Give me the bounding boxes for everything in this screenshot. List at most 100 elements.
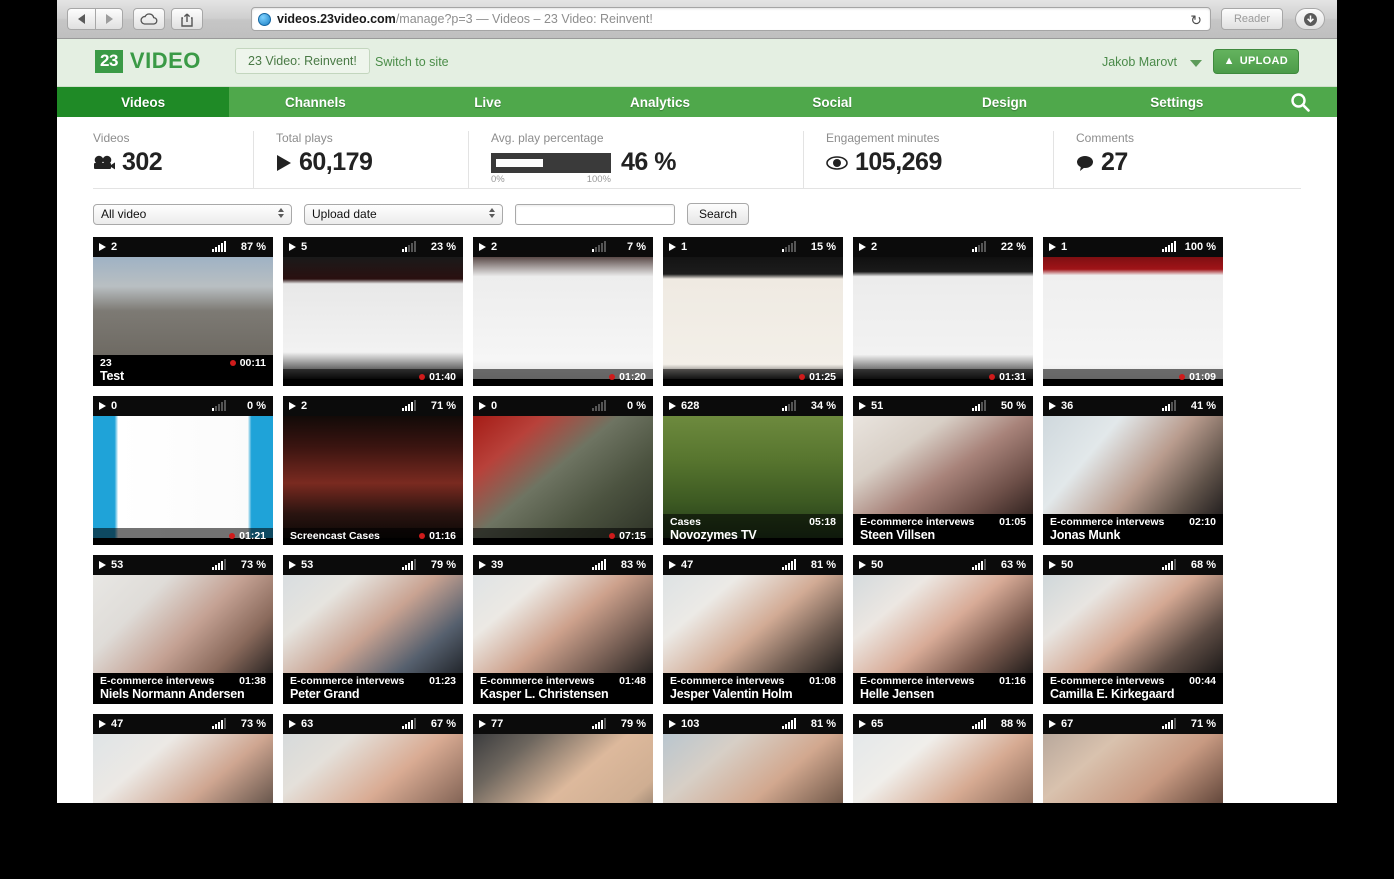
video-card[interactable]: 6367 %: [283, 714, 463, 803]
video-card-stats: 6367 %: [283, 714, 463, 734]
record-dot-icon: [419, 374, 425, 380]
nav-item-design[interactable]: Design: [918, 87, 1090, 117]
video-thumbnail[interactable]: [663, 257, 843, 379]
video-thumbnail[interactable]: [93, 575, 273, 673]
signal-bars-icon: [402, 401, 416, 411]
video-card[interactable]: 5063 %E-commerce intervews01:16Helle Jen…: [853, 555, 1033, 704]
video-thumbnail[interactable]: [853, 734, 1033, 803]
nav-item-videos[interactable]: Videos: [57, 87, 229, 117]
switch-to-site-link[interactable]: Switch to site: [375, 55, 449, 69]
signal-bars-icon: [592, 719, 606, 729]
video-play-count-value: 47: [681, 559, 693, 571]
video-card[interactable]: 7779 %: [473, 714, 653, 803]
video-card[interactable]: 115 %01:25: [663, 237, 843, 386]
video-card[interactable]: 4781 %E-commerce intervews01:08Jesper Va…: [663, 555, 843, 704]
video-card-meta: 07:15: [473, 528, 653, 545]
video-thumbnail[interactable]: [283, 734, 463, 803]
video-card-stats: 222 %: [853, 237, 1033, 257]
video-play-count: 39: [479, 559, 503, 571]
video-thumbnail[interactable]: [853, 575, 1033, 673]
video-type-select[interactable]: All video: [93, 204, 292, 225]
video-thumbnail[interactable]: [473, 575, 653, 673]
video-card[interactable]: 1100 %01:09: [1043, 237, 1223, 386]
avg-play-scale: 0% 100%: [491, 174, 611, 185]
video-thumbnail[interactable]: [473, 734, 653, 803]
video-card[interactable]: 5068 %E-commerce intervews00:44Camilla E…: [1043, 555, 1223, 704]
video-play-count-value: 5: [301, 241, 307, 253]
video-engagement: 34 %: [782, 400, 836, 412]
video-thumbnail[interactable]: [93, 416, 273, 538]
site-logo[interactable]: 23 VIDEO: [95, 48, 201, 74]
video-thumbnail[interactable]: [283, 257, 463, 379]
play-icon: [859, 561, 866, 569]
video-card[interactable]: 3641 %E-commerce intervews02:10Jonas Mun…: [1043, 396, 1223, 545]
video-thumbnail[interactable]: [473, 257, 653, 379]
video-play-count-value: 53: [111, 559, 123, 571]
upload-button[interactable]: ▲ UPLOAD: [1213, 49, 1299, 74]
reader-button[interactable]: Reader: [1221, 8, 1283, 30]
address-bar[interactable]: videos.23video.com/manage?p=3 — Videos –…: [251, 7, 1211, 31]
downloads-button[interactable]: [1295, 8, 1325, 30]
icloud-tabs-button[interactable]: [133, 8, 165, 30]
video-percent-value: 87 %: [232, 241, 266, 253]
video-card[interactable]: 222 %01:31: [853, 237, 1033, 386]
video-duration: 01:48: [619, 675, 646, 687]
nav-item-live[interactable]: Live: [402, 87, 574, 117]
search-input[interactable]: [515, 204, 675, 225]
video-card[interactable]: 67 71 %: [1043, 714, 1223, 803]
video-thumbnail[interactable]: [853, 416, 1033, 514]
sort-order-select[interactable]: Upload date: [304, 204, 503, 225]
nav-item-social[interactable]: Social: [746, 87, 918, 117]
video-engagement: 50 %: [972, 400, 1026, 412]
video-card[interactable]: 00 %01:21: [93, 396, 273, 545]
video-card[interactable]: 3983 %E-commerce intervews01:48Kasper L.…: [473, 555, 653, 704]
site-header: 23 VIDEO 23 Video: Reinvent! Switch to s…: [57, 39, 1337, 87]
nav-item-channels[interactable]: Channels: [229, 87, 401, 117]
video-thumbnail[interactable]: [283, 575, 463, 673]
browser-forward-button[interactable]: [95, 8, 123, 30]
video-thumbnail[interactable]: [853, 257, 1033, 379]
video-card[interactable]: 10381 %: [663, 714, 843, 803]
video-engagement: 71 %: [1162, 718, 1216, 730]
reload-icon[interactable]: ↻: [1190, 12, 1202, 29]
video-engagement: 81 %: [782, 718, 836, 730]
chevron-down-icon[interactable]: [1190, 60, 1202, 67]
video-card[interactable]: 00 % 07:15: [473, 396, 653, 545]
video-card-stats: 523 %: [283, 237, 463, 257]
browser-back-button[interactable]: [67, 8, 95, 30]
video-duration-value: 01:23: [429, 675, 456, 687]
nav-item-settings[interactable]: Settings: [1091, 87, 1263, 117]
video-card[interactable]: 4773 %: [93, 714, 273, 803]
video-card[interactable]: 287 %2300:11Test: [93, 237, 273, 386]
video-thumbnail[interactable]: [93, 257, 273, 355]
site-name-badge[interactable]: 23 Video: Reinvent!: [235, 48, 370, 74]
download-icon: [1303, 12, 1318, 27]
video-card[interactable]: 62834 %Cases05:18Novozymes TV: [663, 396, 843, 545]
video-card[interactable]: 5373 %E-commerce intervews01:38Niels Nor…: [93, 555, 273, 704]
video-thumbnail[interactable]: [1043, 575, 1223, 673]
video-thumbnail[interactable]: [283, 416, 463, 538]
play-icon: [479, 243, 486, 251]
video-thumbnail[interactable]: [93, 734, 273, 803]
video-card-stats: 00 %: [473, 396, 653, 416]
video-thumbnail[interactable]: [1043, 416, 1223, 514]
nav-search-button[interactable]: [1263, 87, 1337, 117]
nav-item-analytics[interactable]: Analytics: [574, 87, 746, 117]
video-thumbnail[interactable]: [1043, 734, 1223, 803]
video-thumbnail[interactable]: [663, 575, 843, 673]
video-card[interactable]: 6588 %: [853, 714, 1033, 803]
video-thumbnail[interactable]: [473, 416, 653, 538]
user-menu-label[interactable]: Jakob Marovt: [1102, 55, 1177, 69]
video-thumbnail[interactable]: [1043, 257, 1223, 379]
video-card[interactable]: 523 %01:40: [283, 237, 463, 386]
video-card[interactable]: 5150 %E-commerce intervews01:05Steen Vil…: [853, 396, 1033, 545]
video-play-count-value: 67: [1061, 718, 1073, 730]
video-thumbnail[interactable]: [663, 734, 843, 803]
video-card[interactable]: 271 %Screencast Cases01:16: [283, 396, 463, 545]
share-button[interactable]: [171, 8, 203, 30]
search-button[interactable]: Search: [687, 203, 749, 225]
stat-comments-label: Comments: [1076, 131, 1183, 145]
record-dot-icon: [230, 360, 236, 366]
video-card[interactable]: 27 %01:20: [473, 237, 653, 386]
video-card[interactable]: 5379 %E-commerce intervews01:23Peter Gra…: [283, 555, 463, 704]
